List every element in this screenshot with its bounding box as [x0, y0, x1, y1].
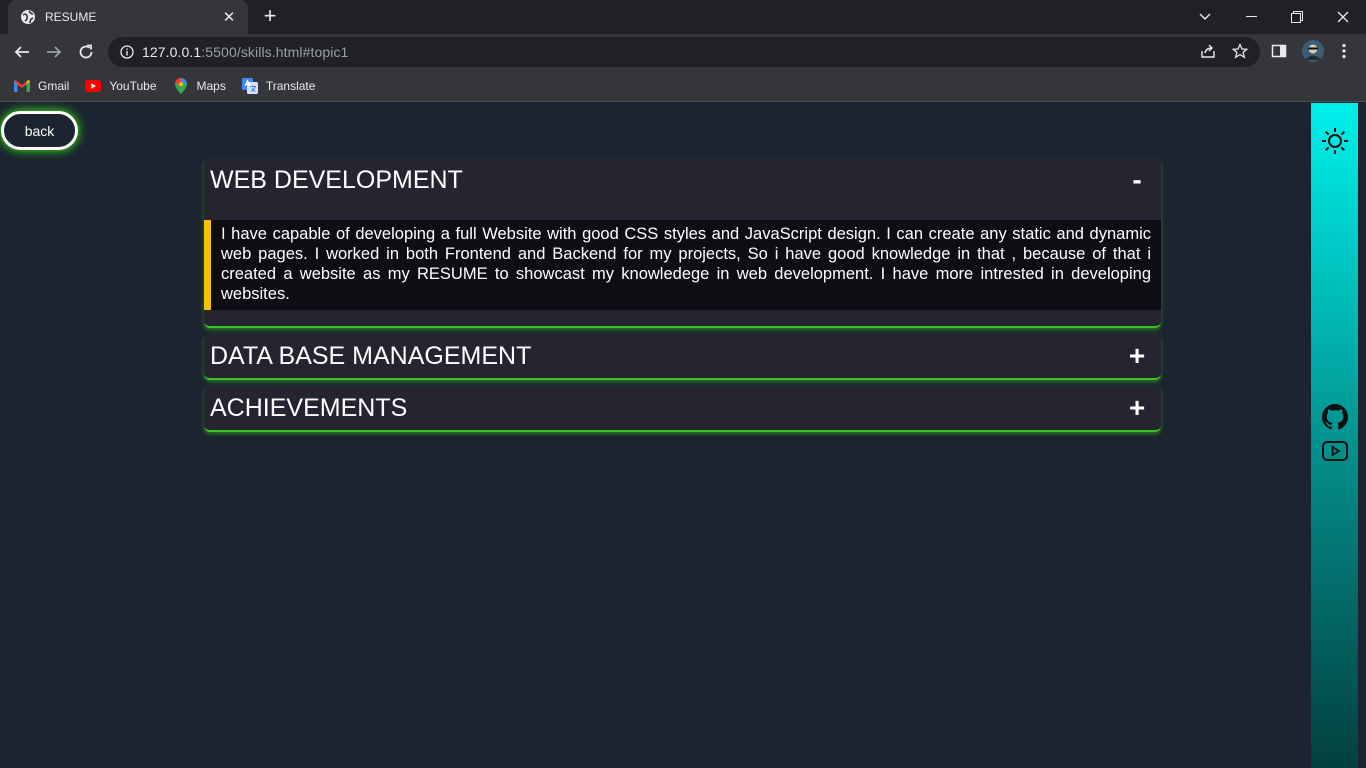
youtube-icon [85, 78, 102, 94]
section-web-development: WEB DEVELOPMENT - I have capable of deve… [204, 158, 1161, 328]
globe-icon [20, 9, 36, 25]
tab-close-icon[interactable]: ✕ [220, 8, 238, 26]
share-icon[interactable] [1198, 41, 1218, 61]
section-title: ACHIEVEMENTS [210, 393, 408, 422]
bookmark-translate[interactable]: Translate [241, 77, 316, 94]
section-body-wrapper: I have capable of developing a full Webs… [204, 202, 1161, 326]
address-bar[interactable]: 127.0.0.1:5500/skills.html#topic1 [108, 37, 1260, 67]
tab-search-icon[interactable] [1182, 0, 1228, 34]
menu-kebab-icon[interactable] [1334, 41, 1354, 61]
site-info-icon[interactable] [120, 45, 134, 59]
bookmark-youtube[interactable]: YouTube [85, 78, 157, 94]
bookmark-label: Maps [196, 78, 226, 93]
reload-icon[interactable] [74, 40, 98, 64]
section-header[interactable]: WEB DEVELOPMENT - [204, 158, 1161, 202]
skills-accordion: WEB DEVELOPMENT - I have capable of deve… [204, 158, 1161, 438]
restore-button[interactable] [1274, 0, 1320, 34]
back-arrow-icon[interactable] [10, 40, 34, 64]
collapse-toggle[interactable]: - [1127, 164, 1147, 196]
section-header[interactable]: DATA BASE MANAGEMENT + [204, 334, 1161, 378]
bookmark-star-icon[interactable] [1230, 41, 1250, 61]
url-path: :5500/skills.html#topic1 [201, 44, 349, 60]
browser-tab[interactable]: RESUME ✕ [8, 0, 248, 34]
page-content: back WEB DEVELOPMENT - I have capable of… [0, 103, 1366, 768]
forward-arrow-icon[interactable] [42, 40, 66, 64]
bookmark-label: Translate [265, 78, 316, 93]
url-text: 127.0.0.1:5500/skills.html#topic1 [142, 44, 348, 60]
bookmark-label: YouTube [109, 78, 157, 93]
new-tab-button[interactable]: + [258, 5, 282, 29]
bookmarks-bar: Gmail YouTube Maps Translate [0, 70, 1366, 102]
expand-toggle[interactable]: + [1127, 340, 1147, 372]
section-title: DATA BASE MANAGEMENT [210, 341, 532, 370]
profile-avatar[interactable] [1301, 39, 1325, 63]
translate-icon [241, 77, 258, 94]
section-body-text: I have capable of developing a full Webs… [204, 220, 1161, 310]
bookmark-maps[interactable]: Maps [173, 77, 226, 94]
close-window-button[interactable] [1320, 0, 1366, 34]
section-title: WEB DEVELOPMENT [210, 165, 463, 194]
bookmark-label: Gmail [38, 78, 70, 93]
section-header[interactable]: ACHIEVEMENTS + [204, 386, 1161, 430]
page-edge [1358, 103, 1366, 768]
maps-icon [173, 77, 189, 94]
section-data-base-management: DATA BASE MANAGEMENT + [204, 334, 1161, 380]
navigation-bar: 127.0.0.1:5500/skills.html#topic1 [0, 34, 1366, 70]
back-button[interactable]: back [1, 111, 78, 150]
section-achievements: ACHIEVEMENTS + [204, 386, 1161, 432]
minimize-button[interactable] [1228, 0, 1274, 34]
github-icon[interactable] [1311, 404, 1358, 430]
side-panel-icon[interactable] [1269, 41, 1289, 61]
url-host: 127.0.0.1 [142, 44, 202, 60]
sun-icon[interactable] [1311, 127, 1358, 155]
youtube-icon[interactable] [1311, 441, 1358, 461]
tab-strip: RESUME ✕ + [0, 0, 1366, 34]
gmail-icon [14, 78, 30, 94]
expand-toggle[interactable]: + [1127, 392, 1147, 424]
tab-title: RESUME [45, 10, 97, 24]
bookmark-gmail[interactable]: Gmail [14, 78, 69, 94]
social-sidebar [1311, 103, 1358, 768]
